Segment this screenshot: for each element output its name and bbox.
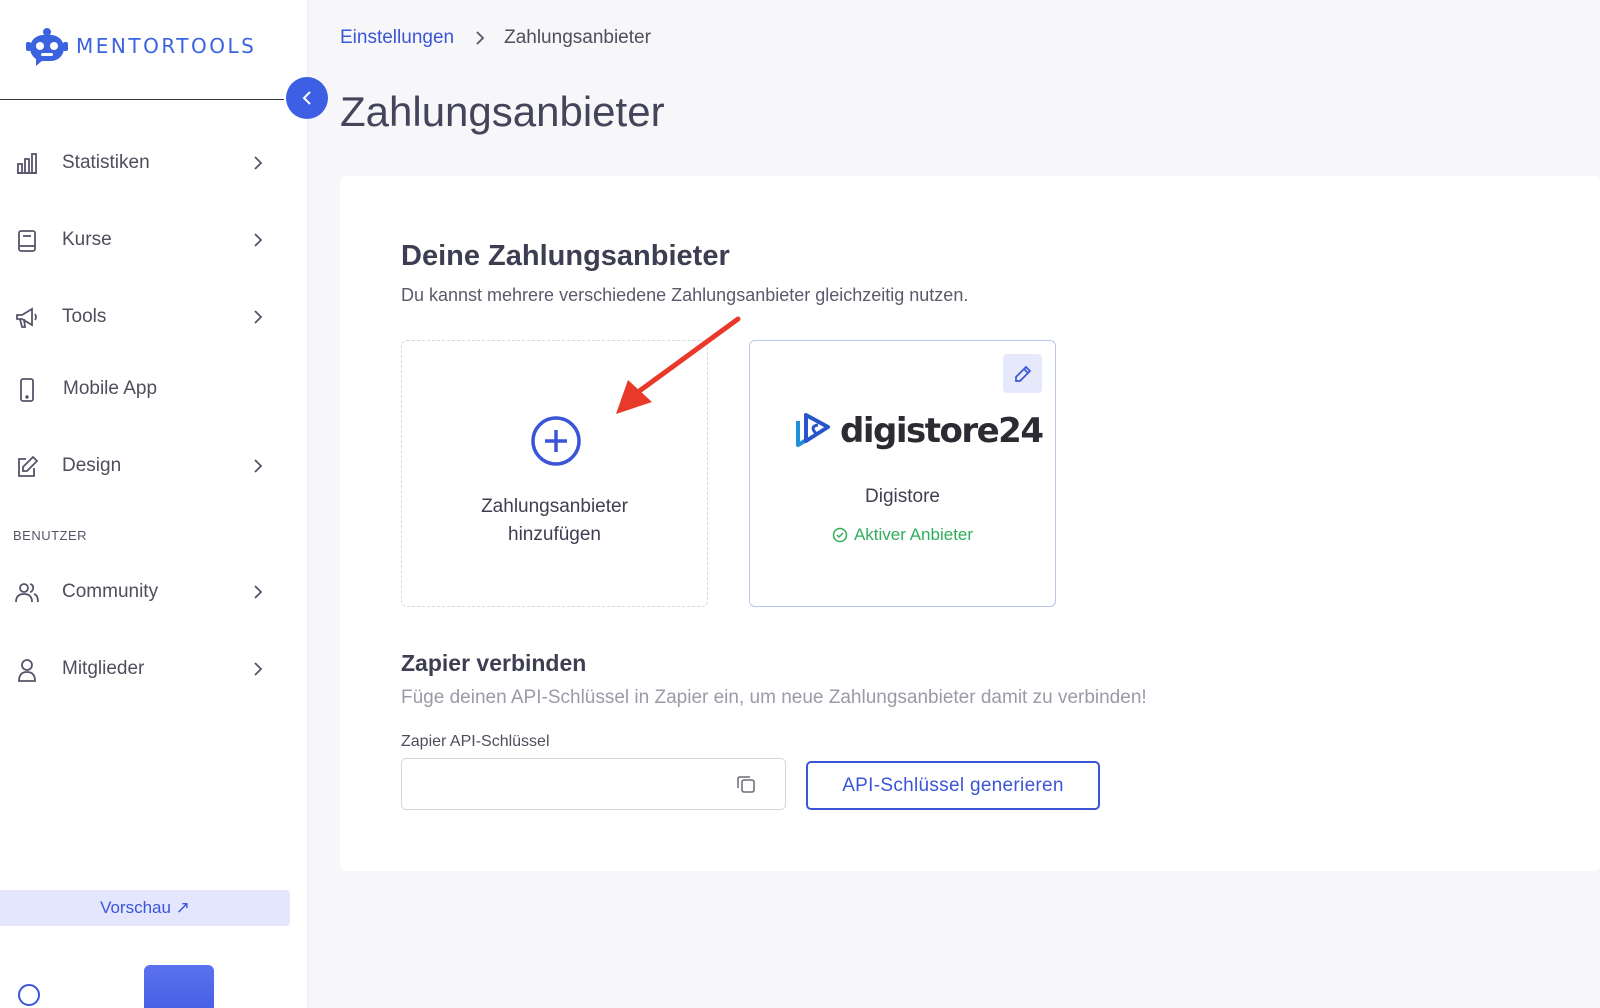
digistore-logo-icon [796, 413, 830, 447]
breadcrumb: Einstellungen Zahlungsanbieter [340, 27, 651, 49]
book-icon [18, 230, 36, 252]
chevron-right-icon [254, 585, 263, 599]
generate-api-key-button[interactable]: API-Schlüssel generieren [806, 761, 1100, 810]
zapier-section-subtitle: Füge deinen API-Schlüssel in Zapier ein,… [401, 687, 1147, 708]
provider-status-label: Aktiver Anbieter [853, 525, 974, 544]
sidebar-item-mobile-app[interactable]: Mobile App [0, 365, 290, 413]
sidebar: MENTORTOOLS Statistiken Kurse Tools Mobi… [0, 0, 308, 1008]
users-icon [15, 583, 39, 603]
bottom-avatar[interactable] [18, 984, 40, 1006]
sidebar-item-design[interactable]: Design [0, 442, 290, 490]
sidebar-item-mitglieder[interactable]: Mitglieder [0, 645, 290, 693]
chevron-right-icon [254, 310, 263, 324]
chevron-left-icon [302, 91, 311, 105]
sidebar-item-tools[interactable]: Tools [0, 293, 290, 341]
sidebar-item-label: Community [62, 581, 159, 602]
collapse-sidebar-button[interactable] [286, 77, 328, 119]
sidebar-item-label: Tools [62, 306, 107, 327]
sidebar-item-statistiken[interactable]: Statistiken [0, 139, 290, 187]
providers-section-title: Deine Zahlungsanbieter [401, 240, 730, 272]
providers-section-subtitle: Du kannst mehrere verschiedene Zahlungsa… [401, 285, 969, 305]
plus-circle-icon [531, 416, 581, 466]
copy-icon[interactable] [735, 773, 757, 795]
breadcrumb-current: Zahlungsanbieter [504, 27, 651, 48]
zapier-api-key-label: Zapier API-Schlüssel [401, 733, 550, 750]
breadcrumb-link-einstellungen[interactable]: Einstellungen [340, 27, 454, 49]
bottom-action-button[interactable] [144, 965, 214, 1008]
sidebar-divider [0, 99, 284, 100]
add-provider-label-line1: Zahlungsanbieter [481, 496, 628, 517]
provider-logo-text: digistore24 [840, 411, 1044, 451]
add-provider-label-line2: hinzufügen [508, 524, 601, 545]
provider-tile-digistore[interactable]: digistore24 Digistore Aktiver Anbieter [749, 340, 1056, 607]
sidebar-item-label: Kurse [62, 229, 112, 250]
page-title: Zahlungsanbieter [340, 88, 665, 135]
zapier-section-title: Zapier verbinden [401, 650, 587, 676]
sidebar-item-community[interactable]: Community [0, 568, 290, 616]
pencil-square-icon [18, 455, 39, 477]
edit-provider-button[interactable] [1003, 354, 1042, 393]
check-circle-icon [832, 527, 848, 543]
sidebar-item-label: Statistiken [62, 152, 150, 173]
sidebar-item-label: Design [62, 455, 122, 476]
chevron-right-icon [254, 459, 263, 473]
brand-logo[interactable]: MENTORTOOLS [26, 26, 256, 66]
smartphone-icon [20, 378, 34, 402]
zapier-api-key-input[interactable] [402, 759, 722, 807]
chevron-right-icon [254, 233, 263, 247]
sidebar-item-label: Mitglieder [62, 658, 145, 679]
chevron-right-icon [476, 31, 485, 45]
add-provider-label: Zahlungsanbieter hinzufügen [402, 493, 707, 549]
provider-name: Digistore [865, 486, 940, 507]
pencil-icon [1014, 365, 1031, 382]
provider-status: Aktiver Anbieter [750, 525, 1055, 545]
chevron-right-icon [254, 662, 263, 676]
section-label-benutzer: BENUTZER [13, 528, 88, 543]
chevron-right-icon [254, 156, 263, 170]
robot-logo-icon [26, 28, 68, 66]
bar-chart-icon [17, 153, 37, 174]
sidebar-item-label: Mobile App [63, 378, 158, 399]
sidebar-item-kurse[interactable]: Kurse [0, 216, 290, 264]
brand-name: MENTORTOOLS [76, 34, 257, 58]
annotation-arrow [616, 316, 741, 414]
preview-button[interactable]: Vorschau ↗ [0, 890, 290, 926]
digistore24-logo: digistore24 [794, 411, 1044, 451]
megaphone-icon [16, 307, 37, 328]
zapier-api-key-field [401, 758, 786, 810]
user-icon [18, 659, 36, 682]
